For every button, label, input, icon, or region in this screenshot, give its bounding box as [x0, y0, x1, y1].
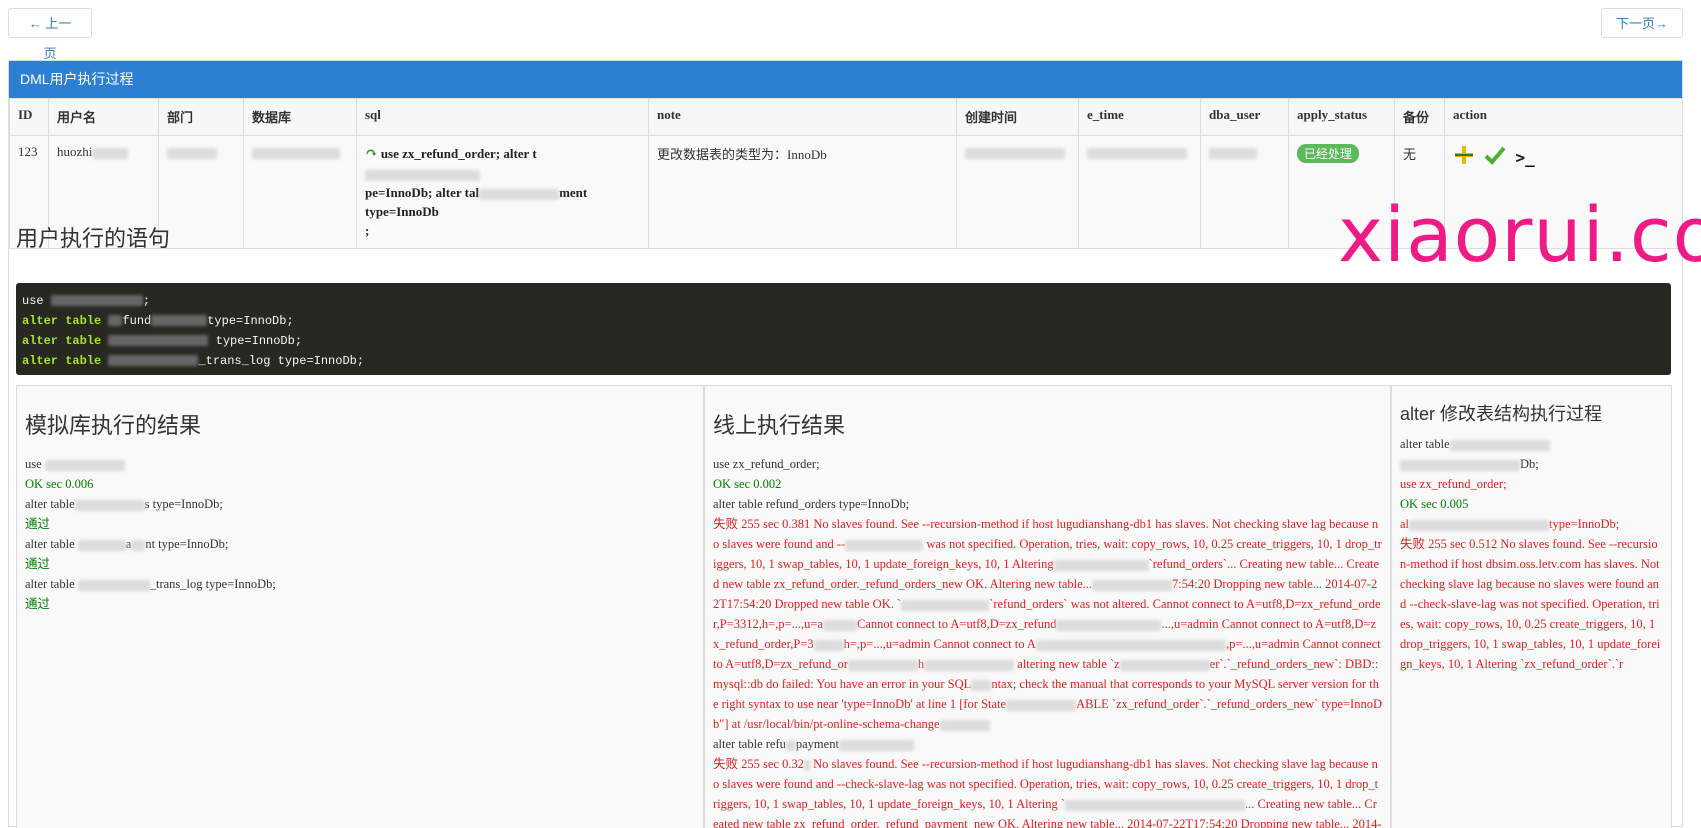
alter-line: use zx_refund_order; [1400, 477, 1507, 491]
col-header-created: 创建时间 [956, 98, 1079, 136]
cell-note: 更改数据表的类型为：InnoDb [648, 135, 957, 249]
terminal-icon[interactable]: >_ [1516, 148, 1535, 167]
col-header-backup: 备份 [1394, 98, 1445, 136]
col-header-dba-user: dba_user [1200, 98, 1289, 136]
col-header-id: ID [9, 98, 49, 136]
table-header-row: ID 用户名 部门 数据库 sql note 创建时间 e_time dba_u… [9, 98, 1683, 136]
sim-line: use [25, 454, 695, 474]
results-area: 模拟库执行的结果 use OK sec 0.006 alter table s t… [16, 385, 1672, 828]
status-badge: 已经处理 [1297, 144, 1360, 163]
next-page-button[interactable]: 下一页→ [1601, 8, 1683, 38]
prev-page-button[interactable]: ← 上一页 [8, 8, 92, 61]
alter-process-column: alter 修改表结构执行过程 alter tableDb; use zx_re… [1391, 386, 1672, 828]
sim-line: alter table s type=InnoDb; [25, 497, 223, 511]
col-header-db: 数据库 [243, 98, 357, 136]
col-header-apply-status: apply_status [1288, 98, 1395, 136]
col-header-dept: 部门 [158, 98, 244, 136]
cell-created [956, 135, 1079, 249]
cell-dba-user [1200, 135, 1289, 249]
col-header-sql: sql [356, 98, 649, 136]
col-header-etime: e_time [1078, 98, 1201, 136]
user-statement-code: use ; alter table fund type=InnoDb; alter… [16, 283, 1671, 375]
alter-line: OK sec 0.005 [1400, 497, 1469, 511]
online-line: alter table refu payment [713, 734, 1382, 754]
panel-title: DML用户执行过程 [9, 61, 1682, 98]
cell-sql[interactable]: ↷ use zx_refund_order; alter t pe=InnoDb… [356, 135, 649, 249]
sim-line: alter table _trans_log type=InnoDb; [25, 577, 276, 591]
online-result-title: 线上执行结果 [713, 413, 846, 438]
alter-line: alter tableDb; [1400, 434, 1663, 474]
sim-line: OK sec 0.006 [25, 477, 94, 491]
online-error: 失败 255 sec 0.32 No slaves found. See --r… [713, 757, 1382, 828]
col-header-note: note [648, 98, 957, 136]
check-icon[interactable] [1484, 144, 1506, 170]
online-error: 失败 255 sec 0.381 No slaves found. See --… [713, 517, 1382, 731]
redo-arrow-icon: ↷ [365, 146, 378, 162]
sim-line: 通过 [25, 517, 51, 531]
sim-line: 通过 [25, 557, 51, 571]
alter-process-title: alter 修改表结构执行过程 [1400, 404, 1603, 424]
cell-etime [1078, 135, 1201, 249]
col-header-username: 用户名 [48, 98, 159, 136]
sim-result-title: 模拟库执行的结果 [25, 413, 202, 438]
user-statement-title: 用户执行的语句 [16, 226, 171, 251]
online-result-column: 线上执行结果 use zx_refund_order; OK sec 0.002… [704, 386, 1391, 828]
online-line: use zx_refund_order; [713, 457, 820, 471]
online-line: alter table refund_orders type=InnoDb; [713, 497, 910, 511]
alter-error: 失败 255 sec 0.512 No slaves found. See --… [1400, 537, 1661, 671]
sim-line: alter table a nt type=InnoDb; [25, 537, 229, 551]
sim-line: 通过 [25, 597, 51, 611]
sim-result-column: 模拟库执行的结果 use OK sec 0.006 alter table s t… [16, 386, 704, 828]
cell-dept [158, 135, 244, 249]
online-line: OK sec 0.002 [713, 477, 782, 491]
cell-db [243, 135, 357, 249]
col-header-action: action [1444, 98, 1683, 136]
plus-icon[interactable] [1453, 144, 1475, 170]
alter-line: al type=InnoDb; [1400, 517, 1620, 531]
watermark: xiaorui.co [1338, 190, 1701, 279]
